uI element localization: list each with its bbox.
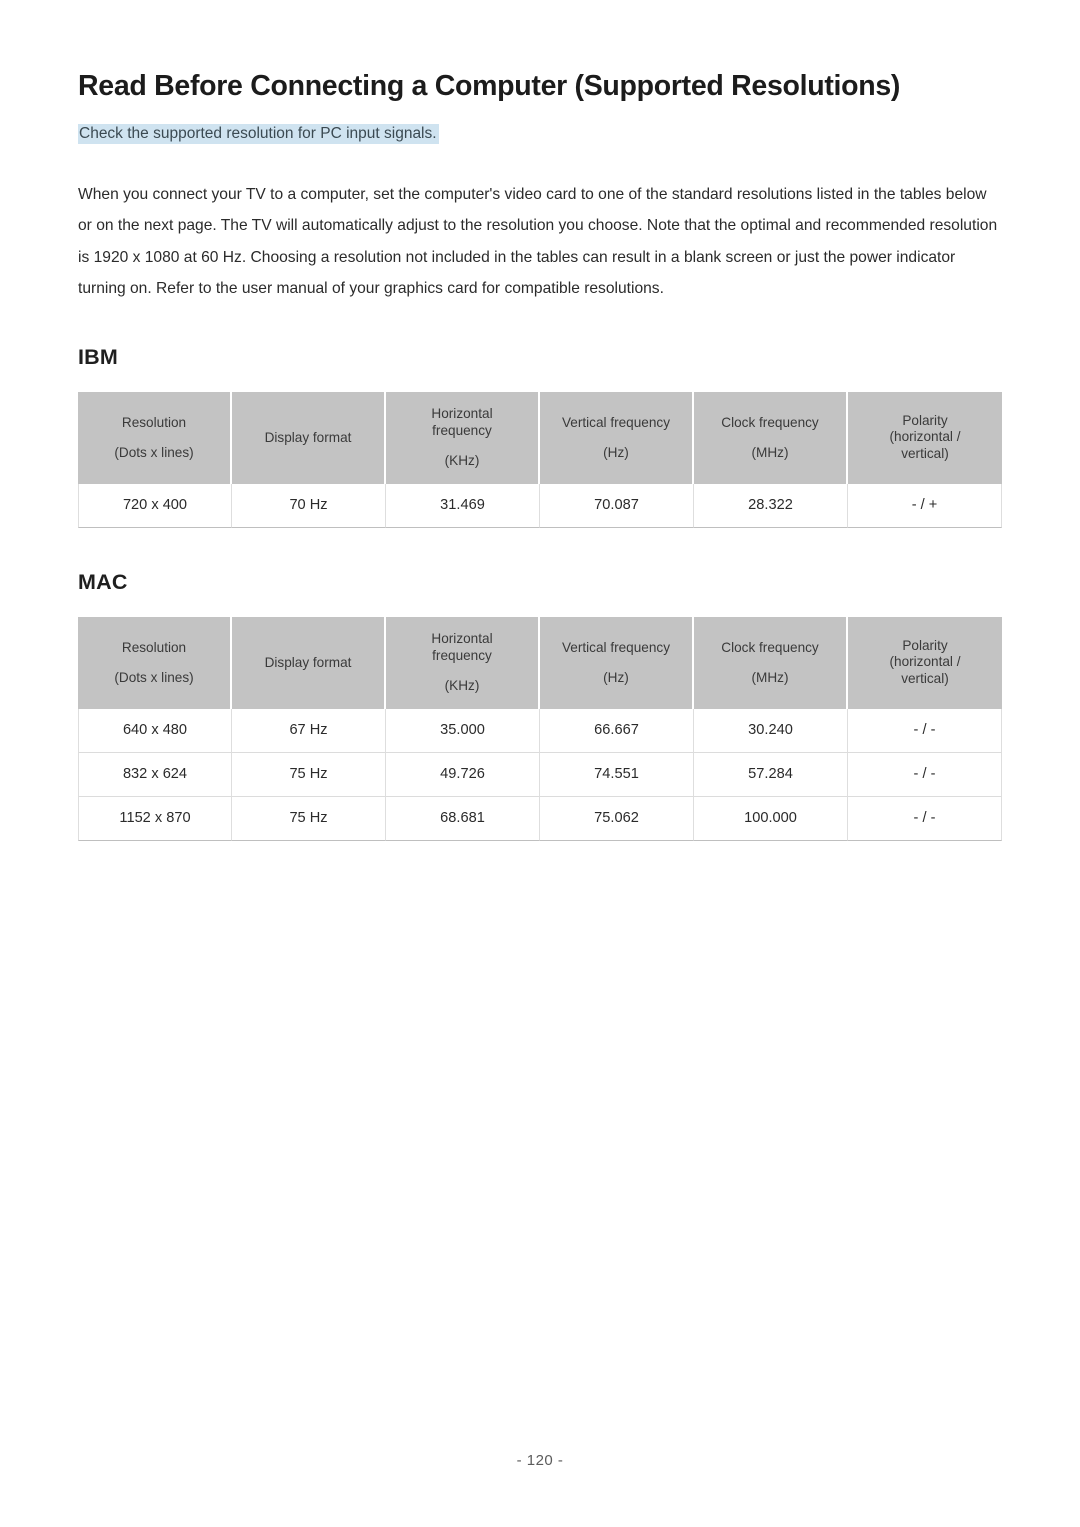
cell-polarity: - / -: [848, 796, 1002, 841]
page-title: Read Before Connecting a Computer (Suppo…: [78, 70, 901, 102]
section-heading-ibm: IBM: [78, 344, 119, 369]
column-header-polarity: Polarity (horizontal / vertical): [848, 616, 1002, 709]
column-header-horizontal-frequency: Horizontal frequency (KHz): [386, 391, 540, 484]
table-row: 720 x 400 70 Hz 31.469 70.087 28.322 - /…: [78, 483, 1002, 528]
cell-display-format: 67 Hz: [232, 708, 386, 753]
cell-display-format: 75 Hz: [232, 796, 386, 841]
column-header-vertical-frequency: Vertical frequency (Hz): [540, 391, 694, 484]
column-header-clock-frequency-label: Clock frequency: [721, 414, 819, 430]
column-header-vertical-frequency-label: Vertical frequency: [561, 414, 671, 430]
table-row: 832 x 624 75 Hz 49.726 74.551 57.284 - /…: [78, 752, 1002, 797]
column-header-display-format-label: Display format: [264, 655, 352, 671]
column-header-polarity-line3: vertical): [901, 671, 949, 687]
column-header-resolution-unit: (Dots x lines): [114, 670, 194, 686]
column-header-resolution-label: Resolution: [121, 639, 187, 655]
page-content: Read Before Connecting a Computer (Suppo…: [78, 70, 1002, 841]
cell-horizontal-frequency: 31.469: [386, 483, 540, 528]
highlighted-subtitle: Check the supported resolution for PC in…: [78, 123, 439, 144]
mac-table-body: 640 x 480 67 Hz 35.000 66.667 30.240 - /…: [78, 708, 1002, 841]
column-header-polarity-line2: (horizontal /: [889, 654, 961, 670]
cell-polarity: - / +: [848, 483, 1002, 528]
column-header-clock-frequency-label: Clock frequency: [721, 639, 819, 655]
table-header-row: Resolution (Dots x lines) Display format: [78, 616, 1002, 709]
column-header-vertical-frequency: Vertical frequency (Hz): [540, 616, 694, 709]
cell-clock-frequency: 100.000: [694, 796, 848, 841]
cell-polarity: - / -: [848, 752, 1002, 797]
section-mac: MAC Resolution (Dots x lines) Display fo…: [78, 570, 1002, 841]
cell-resolution: 720 x 400: [78, 483, 232, 528]
column-header-horizontal-frequency-label2: frequency: [432, 647, 492, 663]
column-header-vertical-frequency-label: Vertical frequency: [561, 639, 671, 655]
section-ibm: IBM Resolution (Dots x lines) Display fo…: [78, 345, 1002, 528]
cell-vertical-frequency: 66.667: [540, 708, 694, 753]
column-header-polarity-line3: vertical): [901, 446, 949, 462]
cell-polarity: - / -: [848, 708, 1002, 753]
column-header-horizontal-frequency-unit: (KHz): [444, 453, 480, 469]
column-header-display-format-label: Display format: [264, 430, 352, 446]
cell-horizontal-frequency: 35.000: [386, 708, 540, 753]
column-header-horizontal-frequency-unit: (KHz): [444, 678, 480, 694]
column-header-resolution-unit: (Dots x lines): [114, 445, 194, 461]
table-header: Resolution (Dots x lines) Display format: [78, 616, 1002, 709]
cell-vertical-frequency: 70.087: [540, 483, 694, 528]
column-header-clock-frequency: Clock frequency (MHz): [694, 616, 848, 709]
ibm-table-body: 720 x 400 70 Hz 31.469 70.087 28.322 - /…: [78, 483, 1002, 528]
column-header-display-format: Display format: [232, 616, 386, 709]
column-header-polarity: Polarity (horizontal / vertical): [848, 391, 1002, 484]
column-header-resolution: Resolution (Dots x lines): [78, 391, 232, 484]
cell-horizontal-frequency: 49.726: [386, 752, 540, 797]
column-header-vertical-frequency-unit: (Hz): [603, 670, 629, 686]
cell-resolution: 832 x 624: [78, 752, 232, 797]
column-header-vertical-frequency-unit: (Hz): [603, 445, 629, 461]
column-header-display-format: Display format: [232, 391, 386, 484]
column-header-horizontal-frequency-label2: frequency: [432, 422, 492, 438]
section-heading-mac: MAC: [78, 569, 128, 594]
intro-paragraph: When you connect your TV to a computer, …: [78, 185, 998, 298]
table-header: Resolution (Dots x lines) Display format: [78, 391, 1002, 484]
table-header-row: Resolution (Dots x lines) Display format: [78, 391, 1002, 484]
cell-display-format: 75 Hz: [232, 752, 386, 797]
column-header-resolution-label: Resolution: [121, 414, 187, 430]
subtitle-container: Check the supported resolution for PC in…: [78, 122, 1002, 145]
column-header-polarity-line2: (horizontal /: [889, 429, 961, 445]
cell-vertical-frequency: 74.551: [540, 752, 694, 797]
page-number-footer: - 120 -: [516, 1452, 564, 1469]
document-page: Read Before Connecting a Computer (Suppo…: [0, 0, 1080, 1527]
table-row: 1152 x 870 75 Hz 68.681 75.062 100.000 -…: [78, 796, 1002, 841]
column-header-horizontal-frequency-label1: Horizontal: [431, 405, 493, 421]
column-header-clock-frequency: Clock frequency (MHz): [694, 391, 848, 484]
cell-vertical-frequency: 75.062: [540, 796, 694, 841]
column-header-polarity-label: Polarity: [902, 637, 948, 653]
column-header-clock-frequency-unit: (MHz): [751, 445, 789, 461]
column-header-resolution: Resolution (Dots x lines): [78, 616, 232, 709]
cell-display-format: 70 Hz: [232, 483, 386, 528]
cell-clock-frequency: 30.240: [694, 708, 848, 753]
column-header-horizontal-frequency: Horizontal frequency (KHz): [386, 616, 540, 709]
ibm-resolution-table: Resolution (Dots x lines) Display format: [78, 391, 1002, 528]
column-header-horizontal-frequency-label1: Horizontal: [431, 630, 493, 646]
cell-clock-frequency: 28.322: [694, 483, 848, 528]
mac-resolution-table: Resolution (Dots x lines) Display format: [78, 616, 1002, 841]
column-header-clock-frequency-unit: (MHz): [751, 670, 789, 686]
table-row: 640 x 480 67 Hz 35.000 66.667 30.240 - /…: [78, 708, 1002, 753]
cell-resolution: 1152 x 870: [78, 796, 232, 841]
cell-resolution: 640 x 480: [78, 708, 232, 753]
cell-horizontal-frequency: 68.681: [386, 796, 540, 841]
column-header-polarity-label: Polarity: [902, 412, 948, 428]
cell-clock-frequency: 57.284: [694, 752, 848, 797]
